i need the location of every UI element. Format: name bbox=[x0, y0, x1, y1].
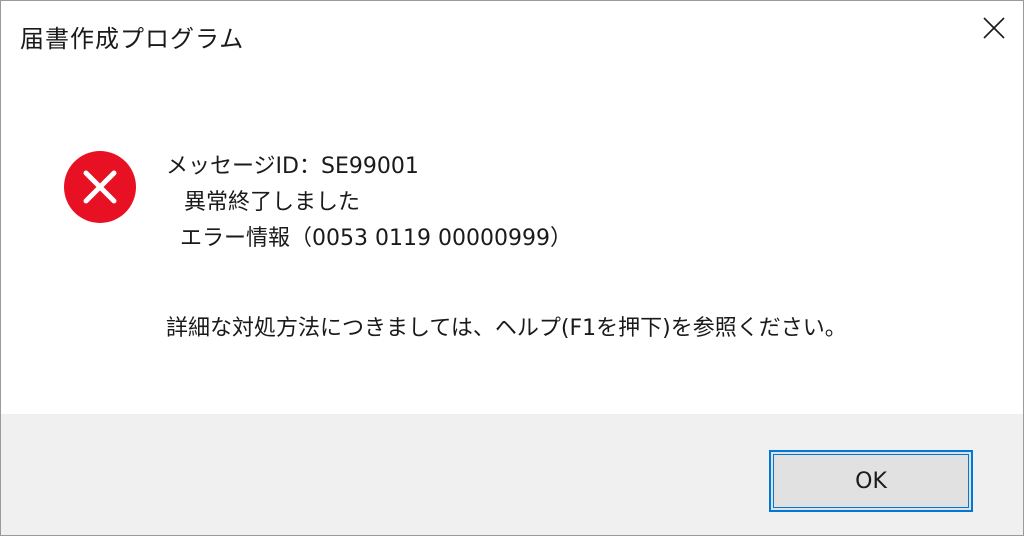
message-status: 異常終了しました bbox=[184, 190, 361, 215]
close-button[interactable] bbox=[971, 5, 1017, 51]
ok-button-label: OK bbox=[855, 468, 887, 494]
window-title: 届書作成プログラム bbox=[20, 25, 245, 53]
error-icon bbox=[64, 151, 136, 223]
help-instructions: 詳細な対処方法につきましては、ヘルプ(F1を押下)を参照ください。 bbox=[166, 316, 847, 341]
message-id: メッセージID：SE99001 bbox=[166, 154, 419, 179]
button-bar: OK bbox=[1, 414, 1023, 535]
error-dialog: 届書作成プログラム メッセージID：SE99001 異常終了しました エラー情報… bbox=[0, 0, 1024, 536]
close-icon bbox=[983, 17, 1005, 39]
message-text: メッセージID：SE99001 異常終了しました エラー情報（0053 0119… bbox=[166, 149, 572, 257]
title-bar: 届書作成プログラム bbox=[1, 1, 1023, 79]
error-info: エラー情報（0053 0119 00000999） bbox=[180, 226, 572, 251]
dialog-content: メッセージID：SE99001 異常終了しました エラー情報（0053 0119… bbox=[1, 79, 1023, 414]
ok-button[interactable]: OK bbox=[769, 450, 973, 512]
